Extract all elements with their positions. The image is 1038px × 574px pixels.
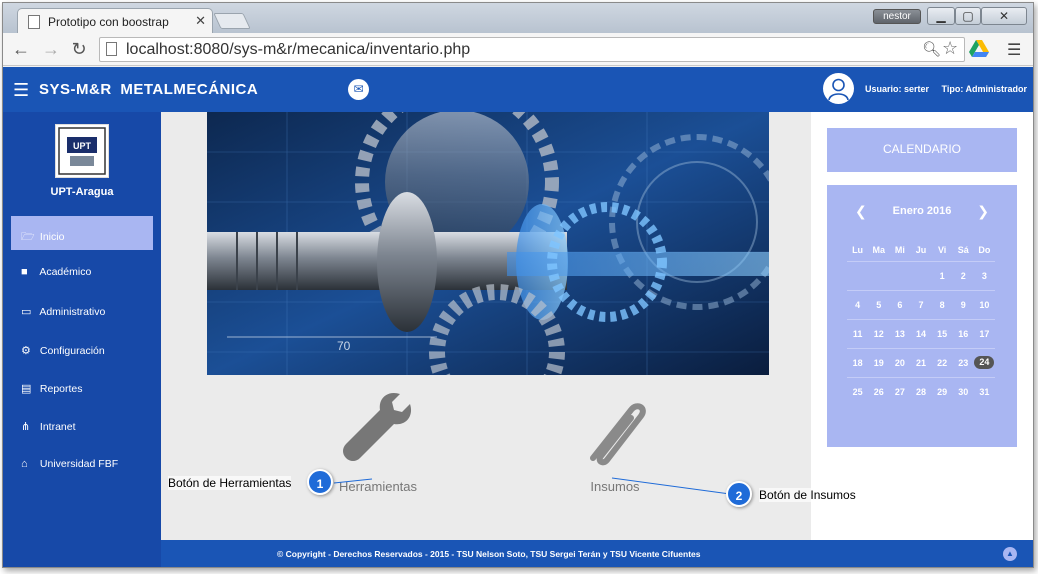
callout-connectors (333, 477, 731, 495)
callout-label-supplies: Botón de Insumos (759, 488, 856, 502)
callout-badge-2: 2 (726, 481, 752, 507)
callout-label-tools: Botón de Herramientas (168, 476, 292, 490)
callout-badge-1: 1 (307, 469, 333, 495)
